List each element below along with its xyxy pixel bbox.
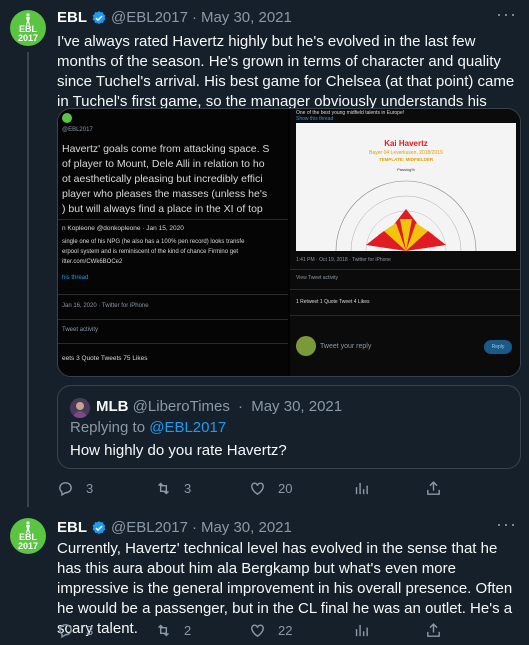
share-icon <box>427 623 440 637</box>
player-template-card: Kai Havertz Bayer 04 Leverkusen, 2018/20… <box>296 123 516 251</box>
tweet-header: EBL @EBL2017 · May 30, 2021 <box>57 519 292 536</box>
analytics-button[interactable] <box>353 480 382 497</box>
tweet[interactable]: EBL 2017 EBL @EBL2017 · May 30, 2021 ···… <box>0 507 529 645</box>
embedded-text-line: ) but will always find a place in the XI… <box>62 203 263 215</box>
retweet-icon <box>158 482 169 495</box>
author-name[interactable]: EBL <box>57 9 87 26</box>
separator-dot: · <box>191 9 197 26</box>
like-button[interactable]: 22 <box>249 622 292 639</box>
analytics-button[interactable] <box>353 622 382 639</box>
retweet-count: 2 <box>184 623 192 638</box>
verified-badge-icon <box>92 520 106 534</box>
like-button[interactable]: 20 <box>249 480 292 497</box>
reply-icon <box>59 624 72 639</box>
reply-count: 3 <box>86 623 94 638</box>
embedded-text-line: Havertz' goals come from attacking space… <box>62 143 270 155</box>
quoted-author-name: MLB <box>96 398 129 415</box>
embedded-quoted-author: n Kopleone @donkopleone · Jan 15, 2020 <box>62 225 184 232</box>
avatar[interactable]: EBL 2017 <box>10 518 46 554</box>
author-name[interactable]: EBL <box>57 519 87 536</box>
embedded-stats: eets 3 Quote Tweets 75 Likes <box>62 355 148 362</box>
verified-badge-icon <box>92 10 106 24</box>
quoted-tweet[interactable]: MLB @LiberoTimes · May 30, 2021 Replying… <box>57 385 521 469</box>
tweet-date[interactable]: May 30, 2021 <box>201 9 292 26</box>
replying-to: Replying to @EBL2017 <box>70 419 226 436</box>
reply-button[interactable]: 3 <box>57 622 93 639</box>
radar-chart-graphic <box>335 180 477 251</box>
author-handle[interactable]: @EBL2017 <box>111 9 188 26</box>
tweet[interactable]: EBL 2017 EBL @EBL2017 · May 30, 2021 ···… <box>0 0 529 505</box>
avatar-label: EBL 2017 <box>17 532 39 551</box>
avatar-label: EBL 2017 <box>17 24 39 43</box>
embedded-quoted-line: single one of his NPG (he also has a 100… <box>62 239 245 245</box>
separator-dot: · <box>191 519 197 536</box>
embedded-text-line: ot aesthetically pleasing but incredibly… <box>62 173 263 185</box>
heart-icon <box>251 482 264 496</box>
like-count: 22 <box>278 623 293 638</box>
embedded-show-thread: his thread <box>62 275 89 281</box>
embedded-stats: 1 Retweet 1 Quote Tweet 4 Likes <box>296 299 370 305</box>
tweet-date[interactable]: May 30, 2021 <box>201 519 292 536</box>
like-count: 20 <box>278 481 293 496</box>
share-button[interactable] <box>425 480 454 497</box>
retweet-count: 3 <box>184 481 192 496</box>
reply-button[interactable]: 3 <box>57 480 93 497</box>
tweet-media[interactable]: @EBL2017 Havertz' goals come from attack… <box>57 108 521 377</box>
tweet-header: EBL @EBL2017 · May 30, 2021 <box>57 9 292 26</box>
more-options-icon[interactable]: ··· <box>496 514 517 535</box>
quoted-avatar[interactable] <box>70 398 90 418</box>
reply-icon <box>59 482 72 497</box>
embedded-show-thread: Show this thread <box>296 116 334 122</box>
quoted-header: MLB @LiberoTimes · May 30, 2021 <box>96 398 342 415</box>
tweet-actions: 3 2 22 <box>57 622 487 642</box>
analytics-icon <box>355 624 368 637</box>
embedded-activity: View Tweet activity <box>296 275 339 281</box>
replying-to-label: Replying to <box>70 419 146 436</box>
embedded-text-line: player who pleases the masses (unless he… <box>62 188 268 200</box>
reply-count: 3 <box>86 481 94 496</box>
embedded-timestamp: 1:41 PM · Oct 19, 2018 · Twitter for iPh… <box>296 257 391 263</box>
media-screenshot-right[interactable]: One of the best young midfield talents i… <box>290 109 520 376</box>
retweet-button[interactable]: 3 <box>155 480 191 497</box>
quoted-author-handle: @LiberoTimes <box>132 398 230 415</box>
author-handle[interactable]: @EBL2017 <box>111 519 188 536</box>
retweet-button[interactable]: 2 <box>155 622 191 639</box>
share-icon <box>427 481 440 495</box>
embedded-reply-button: Reply <box>484 340 512 354</box>
replying-to-handle[interactable]: @EBL2017 <box>149 419 226 436</box>
quoted-text: How highly do you rate Havertz? <box>70 442 287 459</box>
share-button[interactable] <box>425 622 454 639</box>
analytics-icon <box>355 482 368 495</box>
embedded-timestamp: Jan 16, 2020 · Twitter for iPhone <box>62 303 149 309</box>
quoted-date: May 30, 2021 <box>251 398 343 415</box>
tweet-actions: 3 3 20 <box>57 480 487 500</box>
more-options-icon[interactable]: ··· <box>496 4 517 25</box>
retweet-icon <box>158 624 169 637</box>
embedded-reply-placeholder: Tweet your reply <box>320 343 372 350</box>
heart-icon <box>251 624 264 638</box>
separator-dot: · <box>238 398 244 415</box>
embedded-handle: @EBL2017 <box>62 127 93 133</box>
embedded-activity: Tweet activity <box>62 327 99 333</box>
embedded-quoted-line: erpool system and is reminiscent of the … <box>62 249 239 255</box>
embedded-text-line: of player to Mount, Dele Alli in relatio… <box>62 158 265 170</box>
media-screenshot-left[interactable]: @EBL2017 Havertz' goals come from attack… <box>58 109 288 376</box>
embedded-quoted-line: itter.com/CWk6BOCe2 <box>62 259 123 265</box>
avatar[interactable]: EBL 2017 <box>10 10 46 46</box>
